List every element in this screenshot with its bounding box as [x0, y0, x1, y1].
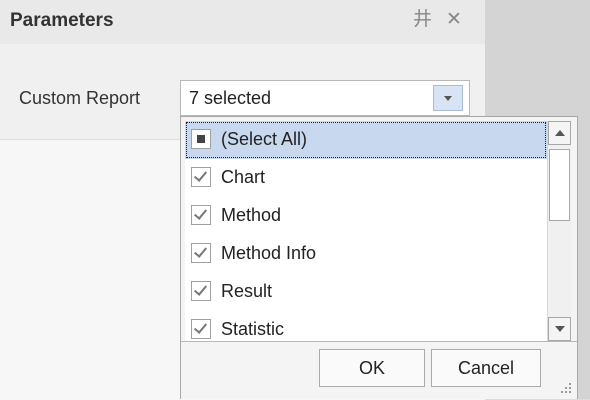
check-icon [193, 168, 208, 182]
combo-value: 7 selected [189, 88, 272, 108]
custom-report-combo[interactable]: 7 selected [180, 80, 470, 116]
checkbox[interactable] [191, 167, 211, 187]
close-icon[interactable]: ✕ [446, 9, 462, 31]
list-item-method-info[interactable]: Method Info [185, 235, 547, 273]
list-item-select-all[interactable]: (Select All) [185, 121, 547, 159]
check-icon [193, 320, 208, 334]
list-item-chart[interactable]: Chart [185, 159, 547, 197]
check-icon [193, 244, 208, 258]
parameter-label: Custom Report [19, 88, 141, 108]
ok-button[interactable]: OK [319, 349, 425, 387]
list-item-label: Statistic [221, 319, 285, 339]
list-item-label: Method [221, 205, 282, 225]
checklist-popup: (Select All) Chart Method Method Info Re… [180, 116, 578, 399]
panel-header: Parameters 井 ✕ [0, 0, 485, 44]
list-item-label: (Select All) [221, 129, 308, 149]
check-icon [193, 206, 208, 220]
popup-footer: OK Cancel [181, 341, 577, 399]
checkbox[interactable] [191, 129, 211, 149]
checkbox[interactable] [191, 243, 211, 263]
cancel-button[interactable]: Cancel [431, 349, 541, 387]
indeterminate-icon [197, 135, 205, 143]
resize-grip-icon[interactable] [559, 381, 573, 395]
list-item-result[interactable]: Result [185, 273, 547, 311]
checkbox[interactable] [191, 319, 211, 339]
checklist: (Select All) Chart Method Method Info Re… [185, 121, 547, 341]
list-item-statistic[interactable]: Statistic [185, 311, 547, 341]
dropdown-button[interactable] [433, 85, 463, 111]
chevron-down-icon [444, 96, 452, 101]
panel-title: Parameters [10, 10, 114, 31]
vertical-scrollbar[interactable] [547, 121, 571, 341]
pin-icon[interactable]: 井 [413, 9, 432, 31]
scroll-up-button[interactable] [548, 121, 571, 145]
scroll-down-button[interactable] [548, 317, 571, 341]
checkbox[interactable] [191, 205, 211, 225]
checkbox[interactable] [191, 281, 211, 301]
list-item-label: Chart [221, 167, 266, 187]
list-item-method[interactable]: Method [185, 197, 547, 235]
list-item-label: Result [221, 281, 273, 301]
check-icon [193, 282, 208, 296]
scroll-up-arrow-icon [555, 130, 565, 136]
scroll-down-arrow-icon [555, 326, 565, 332]
scroll-thumb[interactable] [549, 149, 570, 221]
list-item-label: Method Info [221, 243, 317, 263]
